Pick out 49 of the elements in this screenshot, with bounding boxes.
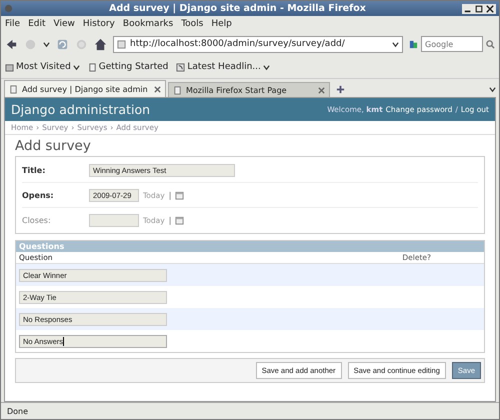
folder-icon xyxy=(5,62,14,72)
maximize-icon[interactable] xyxy=(475,4,483,12)
page-icon xyxy=(88,62,97,72)
app-icon xyxy=(4,4,13,13)
separator: | xyxy=(168,216,172,224)
status-text: Done xyxy=(7,406,28,416)
search-field[interactable]: Google xyxy=(421,36,483,52)
page-heading: Add survey xyxy=(15,138,92,154)
close-icon[interactable] xyxy=(486,4,494,12)
field-label: Opens: xyxy=(22,190,55,200)
calendar-icon[interactable] xyxy=(175,216,184,224)
window-title: Add survey | Django site admin - Mozilla Firefox xyxy=(108,3,367,14)
caret-icon xyxy=(262,64,270,70)
bookmark-item[interactable]: Getting Started xyxy=(88,62,168,72)
home-icon[interactable] xyxy=(94,38,107,50)
bookmark-item[interactable]: Latest Headlin... xyxy=(176,62,270,72)
menu-item[interactable]: History xyxy=(82,19,115,29)
menu-item[interactable]: View xyxy=(54,19,75,29)
site-title: Django administration xyxy=(11,102,150,117)
date-field[interactable] xyxy=(89,214,139,226)
back-icon[interactable] xyxy=(5,38,18,50)
page-icon xyxy=(9,84,18,94)
dropdown-icon[interactable] xyxy=(392,40,399,48)
page-icon xyxy=(117,40,126,48)
caret-icon xyxy=(72,64,80,70)
calendar-icon[interactable] xyxy=(175,190,184,200)
search-icon[interactable] xyxy=(486,40,495,48)
tab-list-icon[interactable] xyxy=(489,86,496,93)
menu-item[interactable]: File xyxy=(5,19,20,29)
menu-item[interactable]: Edit xyxy=(28,19,46,29)
search-engine-icon[interactable] xyxy=(409,40,418,48)
menu-item[interactable]: Tools xyxy=(181,19,204,29)
separator: | xyxy=(168,190,172,200)
url-text: http://localhost:8000/admin/survey/survey/add/ xyxy=(130,39,346,49)
field-label: Closes: xyxy=(22,216,52,224)
feed-icon xyxy=(176,62,186,72)
field-label: Title: xyxy=(22,166,46,174)
page-icon xyxy=(173,86,182,94)
browser-tab[interactable]: Mozilla Firefox Start Page xyxy=(168,82,330,97)
new-tab-icon[interactable] xyxy=(336,85,345,94)
stop-icon xyxy=(75,38,88,50)
menu-item[interactable]: Bookmarks xyxy=(122,19,174,29)
address-bar[interactable]: http://localhost:8000/admin/survey/survey/add/ xyxy=(113,36,403,52)
inline-title: Questions xyxy=(16,241,484,252)
browser-tab[interactable]: Add survey | Django site admin xyxy=(4,80,166,97)
menu-item[interactable]: Help xyxy=(211,19,232,29)
bookmark-item[interactable]: Most Visited xyxy=(5,62,80,72)
forward-icon xyxy=(24,38,37,50)
dropdown-icon[interactable] xyxy=(43,40,50,48)
